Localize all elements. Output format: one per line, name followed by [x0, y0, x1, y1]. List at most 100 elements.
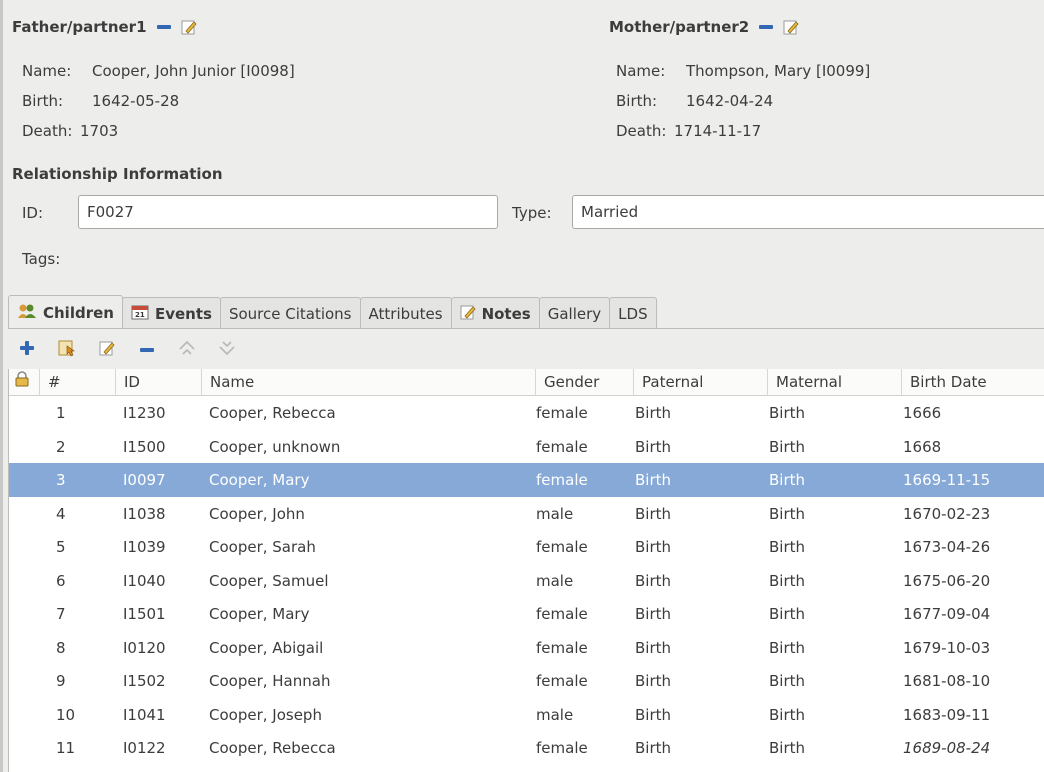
cell-gender: female [536, 672, 588, 690]
remove-child-button[interactable] [134, 337, 160, 363]
select-existing-icon [58, 339, 76, 361]
table-row[interactable]: 2 I1500 Cooper, unknown female Birth Birth 166… [9, 430, 1044, 464]
cell-id: I1040 [123, 571, 166, 590]
tab-notes[interactable]: Notes [450, 297, 540, 329]
mother-death-row: Death: 1714-11-17 [616, 122, 761, 140]
cell-paternal: Birth [635, 705, 672, 724]
cell-gender: female [536, 437, 588, 456]
type-combo[interactable]: Married [572, 195, 1044, 229]
cell-name: Cooper, Sarah [209, 538, 316, 556]
mother-death: 1714-11-17 [674, 122, 762, 140]
table-row[interactable]: 9 I1502 Cooper, Hannah female Birth Birth 1681… [9, 664, 1044, 698]
table-header: # ID Name Gender Paternal Maternal Birth… [9, 369, 1044, 396]
column-gender[interactable]: Gender [535, 369, 633, 396]
column-birth-date[interactable]: Birth Date [901, 369, 1044, 396]
id-field[interactable]: F0027 [78, 195, 498, 229]
id-label: ID: [22, 204, 44, 222]
column-private[interactable] [9, 369, 39, 396]
column-number[interactable]: # [39, 369, 115, 396]
table-row[interactable]: 3 I0097 Cooper, Mary female Birth Birth 1669-1… [9, 463, 1044, 497]
tab-gallery[interactable]: Gallery [538, 297, 611, 329]
table-row[interactable]: 10 I1041 Cooper, Joseph male Birth Birth 1683-… [9, 698, 1044, 732]
tab-bar: Children 21 Events Source Citations Attr… [8, 295, 657, 329]
mother-header: Mother/partner2 [609, 18, 799, 36]
father-birth-label: Birth: [22, 92, 64, 110]
table-row[interactable]: 6 I1040 Cooper, Samuel male Birth Birth 1675-0… [9, 564, 1044, 598]
cell-name: Cooper, Mary [209, 471, 310, 489]
tab-source-citations[interactable]: Source Citations [219, 297, 361, 329]
remove-icon [140, 348, 154, 352]
father-death-row: Death: 1703 [22, 122, 118, 140]
cell-paternal: Birth [635, 471, 672, 489]
cell-maternal: Birth [769, 638, 806, 657]
cell-paternal: Birth [635, 571, 672, 590]
table-row[interactable]: 7 I1501 Cooper, Mary female Birth Birth 1677-0… [9, 597, 1044, 631]
tab-children[interactable]: Children [8, 295, 123, 329]
cell-n: 5 [56, 538, 66, 556]
table-row[interactable]: 11 I0122 Cooper, Rebecca female Birth Birth 16… [9, 731, 1044, 765]
column-maternal[interactable]: Maternal [767, 369, 901, 396]
cell-birth: 1669-11-15 [903, 471, 991, 489]
table-row[interactable]: 5 I1039 Cooper, Sarah female Birth Birth 1673-… [9, 530, 1044, 564]
calendar-icon: 21 [131, 304, 149, 324]
cell-maternal: Birth [769, 705, 806, 724]
cell-gender: male [536, 705, 574, 724]
mother-birth-label: Birth: [616, 92, 658, 110]
lock-icon [15, 369, 29, 396]
cell-id: I1501 [123, 605, 166, 623]
tab-divider [8, 328, 1044, 329]
cell-id: I0097 [123, 471, 166, 489]
cell-gender: male [536, 571, 574, 590]
cell-gender: female [536, 404, 588, 422]
mother-name-row: Name: Thompson, Mary [I0099] [616, 62, 870, 80]
remove-father-icon[interactable] [156, 25, 171, 29]
children-toolbar [8, 334, 240, 366]
relationship-heading: Relationship Information [12, 165, 223, 183]
mother-heading: Mother/partner2 [609, 18, 750, 36]
column-paternal[interactable]: Paternal [633, 369, 767, 396]
cell-maternal: Birth [769, 404, 806, 422]
cell-birth: 1673-04-26 [903, 538, 991, 556]
cell-gender: female [536, 739, 588, 757]
cell-n: 1 [56, 404, 66, 422]
mother-name-label: Name: [616, 62, 666, 80]
cell-n: 4 [56, 504, 66, 523]
table-row[interactable]: 4 I1038 Cooper, John male Birth Birth 1670-02-… [9, 497, 1044, 531]
children-table: # ID Name Gender Paternal Maternal Birth… [8, 369, 1044, 772]
cell-maternal: Birth [769, 538, 806, 556]
father-death-label: Death: [22, 122, 73, 140]
share-child-button[interactable] [54, 337, 80, 363]
father-birth: 1642-05-28 [92, 92, 180, 110]
column-name[interactable]: Name [201, 369, 535, 396]
column-id[interactable]: ID [115, 369, 201, 396]
mother-birth: 1642-04-24 [686, 92, 774, 110]
tab-attributes[interactable]: Attributes [359, 297, 452, 329]
cell-paternal: Birth [635, 437, 672, 456]
cell-maternal: Birth [769, 739, 806, 757]
cell-n: 3 [56, 471, 66, 489]
cell-maternal: Birth [769, 437, 806, 456]
cell-birth: 1681-08-10 [903, 672, 991, 690]
tab-lds[interactable]: LDS [609, 297, 657, 329]
tab-source-citations-label: Source Citations [228, 304, 352, 323]
cell-name: Cooper, Hannah [209, 672, 331, 690]
table-row[interactable]: 1 I1230 Cooper, Rebecca female Birth Birth 166… [9, 396, 1044, 430]
cell-birth: 1668 [903, 437, 942, 456]
table-row[interactable]: 8 I0120 Cooper, Abigail female Birth Birth 167… [9, 631, 1044, 665]
father-name: Cooper, John Junior [I0098] [92, 62, 295, 80]
cell-paternal: Birth [635, 605, 672, 623]
cell-maternal: Birth [769, 605, 806, 623]
tab-events[interactable]: 21 Events [121, 297, 221, 329]
edit-mother-icon[interactable] [783, 19, 799, 35]
tab-children-label: Children [43, 303, 114, 322]
edit-child-button[interactable] [94, 337, 120, 363]
edit-father-icon[interactable] [181, 19, 197, 35]
move-down-button[interactable] [214, 337, 240, 363]
add-child-button[interactable] [14, 337, 40, 363]
cell-gender: female [536, 605, 588, 623]
cell-birth: 1675-06-20 [903, 571, 991, 590]
cell-maternal: Birth [769, 571, 806, 590]
remove-mother-icon[interactable] [759, 25, 774, 29]
father-death: 1703 [80, 122, 119, 140]
move-up-button[interactable] [174, 337, 200, 363]
